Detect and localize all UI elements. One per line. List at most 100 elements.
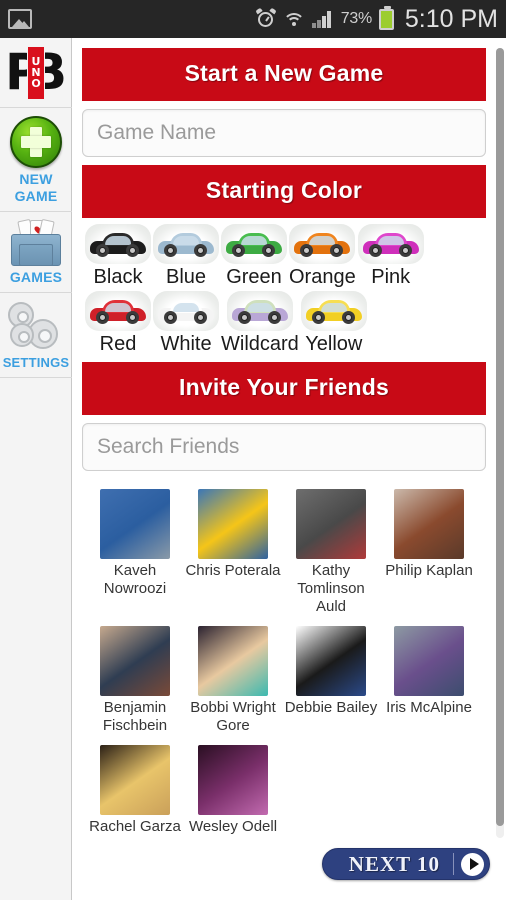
- car-icon-green: [221, 224, 287, 264]
- play-arrow-icon: [461, 852, 484, 876]
- color-option-orange[interactable]: Orange: [289, 224, 356, 289]
- avatar: [198, 745, 268, 815]
- logo-uno-o: O: [31, 77, 41, 90]
- friend-item[interactable]: Iris McAlpine: [380, 626, 478, 735]
- sidebar-item-settings-label: SETTINGS: [2, 355, 70, 370]
- color-option-label: Blue: [165, 266, 207, 288]
- signal-icon: [311, 10, 334, 28]
- friend-name: Iris McAlpine: [386, 699, 472, 716]
- gears-icon: [8, 301, 64, 351]
- sidebar-item-new-game-label-line2: GAME: [14, 188, 58, 204]
- color-option-green[interactable]: Green: [221, 224, 287, 289]
- color-option-label: Orange: [289, 266, 356, 288]
- avatar: [394, 489, 464, 559]
- color-option-label: Wildcard: [221, 333, 299, 355]
- friend-item[interactable]: Philip Kaplan: [380, 489, 478, 616]
- friend-name: Philip Kaplan: [385, 562, 473, 579]
- battery-icon: [378, 5, 394, 30]
- color-option-label: White: [160, 333, 212, 355]
- clock: 5:10 PM: [404, 4, 498, 33]
- color-option-label: Pink: [371, 266, 411, 288]
- color-option-label: Green: [226, 266, 282, 288]
- car-icon-red: [85, 291, 151, 331]
- color-option-label: Yellow: [305, 333, 363, 355]
- green-plus-icon: [10, 116, 62, 168]
- sidebar-item-new-game[interactable]: NEW GAME: [0, 108, 72, 212]
- friend-item[interactable]: Bobbi Wright Gore: [184, 626, 282, 735]
- car-icon-blue: [153, 224, 219, 264]
- section-header-invite-friends[interactable]: Invite Your Friends: [82, 362, 486, 415]
- friends-grid: Kaveh Nowroozi Chris Poterala Kathy Tomlin…: [78, 479, 496, 846]
- avatar: [198, 489, 268, 559]
- color-option-white[interactable]: White: [153, 291, 219, 356]
- main-content: Start a New Game Starting Color Black Blu…: [72, 38, 506, 846]
- color-option-blue[interactable]: Blue: [153, 224, 219, 289]
- friend-name: Benjamin Fischbein: [102, 699, 168, 734]
- color-options-grid: Black Blue Green Orange Pink Red White Wildcard…: [78, 218, 496, 362]
- friend-item[interactable]: Debbie Bailey: [282, 626, 380, 735]
- avatar: [296, 626, 366, 696]
- status-bar-right: 73% 5:10 PM: [255, 4, 498, 34]
- avatar: [198, 626, 268, 696]
- color-option-yellow[interactable]: Yellow: [300, 291, 367, 356]
- avatar: [296, 489, 366, 559]
- friend-item[interactable]: Benjamin Fischbein: [86, 626, 184, 735]
- friend-name: Kaveh Nowroozi: [103, 562, 167, 597]
- friend-name: Wesley Odell: [188, 818, 278, 835]
- next-10-button-label: NEXT 10: [348, 851, 440, 876]
- search-friends-field-wrap: [78, 415, 496, 479]
- app-root: 73% 5:10 PM P B U N O NEW GAME GAMES SET…: [0, 0, 506, 900]
- wifi-icon: [282, 10, 305, 28]
- color-option-black[interactable]: Black: [85, 224, 151, 289]
- avatar: [100, 626, 170, 696]
- section-header-starting-color[interactable]: Starting Color: [82, 165, 486, 218]
- sidebar-item-new-game-label-line1: NEW: [19, 171, 53, 187]
- logo-uno-badge: U N O: [27, 45, 45, 100]
- car-icon-pink: [357, 224, 424, 264]
- color-option-label: Black: [93, 266, 143, 288]
- friend-item[interactable]: Kathy Tomlinson Auld: [282, 489, 380, 616]
- next-button-wrap: NEXT 10: [321, 848, 490, 880]
- sidebar-item-games-label: GAMES: [9, 269, 63, 285]
- friend-name: Bobbi Wright Gore: [190, 699, 276, 734]
- friend-name: Debbie Bailey: [284, 699, 378, 716]
- color-option-wildcard[interactable]: Wildcard: [221, 291, 299, 356]
- game-name-input[interactable]: [82, 109, 486, 157]
- car-icon-white: [153, 291, 219, 331]
- color-option-label: Red: [99, 333, 137, 355]
- friend-item[interactable]: Kaveh Nowroozi: [86, 489, 184, 616]
- status-bar: 73% 5:10 PM: [0, 0, 506, 38]
- car-icon-orange: [289, 224, 356, 264]
- scrollbar-thumb[interactable]: [496, 48, 504, 826]
- folder-cards-icon: [9, 218, 63, 266]
- color-option-red[interactable]: Red: [85, 291, 151, 356]
- status-bar-left: [8, 9, 256, 29]
- gallery-icon: [8, 9, 32, 29]
- next-10-button[interactable]: NEXT 10: [321, 848, 490, 880]
- logo-graphic: P B U N O: [5, 45, 67, 100]
- car-icon-yellow: [300, 291, 367, 331]
- color-option-pink[interactable]: Pink: [357, 224, 424, 289]
- friend-name: Rachel Garza: [89, 818, 181, 835]
- alarm-icon: [255, 7, 277, 29]
- car-icon-black: [85, 224, 151, 264]
- main-panel: Start a New Game Starting Color Black Blu…: [72, 38, 506, 900]
- app-logo[interactable]: P B U N O: [0, 38, 72, 108]
- next-button-divider: [453, 853, 454, 875]
- friend-item[interactable]: Rachel Garza: [86, 745, 184, 836]
- section-header-start-new-game[interactable]: Start a New Game: [82, 48, 486, 101]
- friend-item[interactable]: Wesley Odell: [184, 745, 282, 836]
- battery-percent: 73%: [340, 10, 372, 27]
- car-icon-wildcard: [226, 291, 293, 331]
- friend-item[interactable]: Chris Poterala: [184, 489, 282, 616]
- avatar: [100, 489, 170, 559]
- sidebar-item-settings[interactable]: SETTINGS: [0, 293, 72, 378]
- search-friends-input[interactable]: [82, 423, 486, 471]
- friend-name: Chris Poterala: [185, 562, 281, 579]
- game-name-field-wrap: [78, 101, 496, 165]
- sidebar: P B U N O NEW GAME GAMES SETTINGS: [0, 38, 72, 900]
- sidebar-item-games[interactable]: GAMES: [0, 212, 72, 293]
- avatar: [100, 745, 170, 815]
- friend-name: Kathy Tomlinson Auld: [297, 562, 365, 615]
- avatar: [394, 626, 464, 696]
